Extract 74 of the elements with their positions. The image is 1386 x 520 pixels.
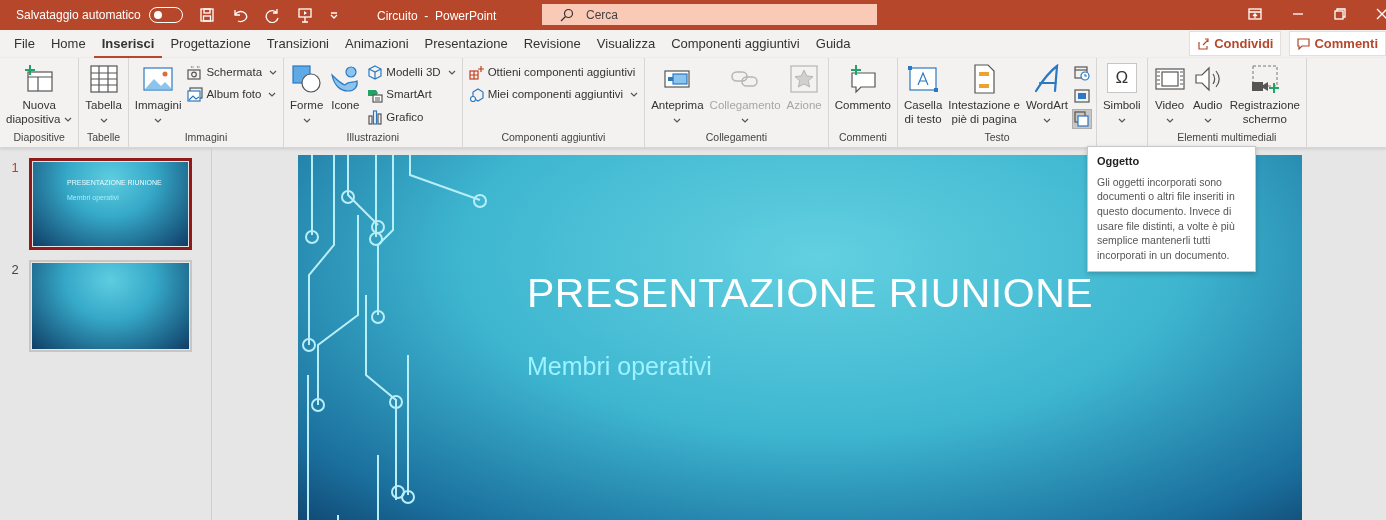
group-label: Collegamenti (704, 130, 769, 145)
customize-caret-icon[interactable] (328, 10, 339, 20)
ribbon-button[interactable]: Anteprima (649, 61, 706, 127)
text-box-icon (907, 63, 940, 95)
group-label: Immagini (183, 130, 229, 145)
save-icon[interactable] (198, 7, 215, 23)
ribbon-tab[interactable]: Animazioni (337, 33, 417, 58)
cube-icon (367, 64, 384, 81)
ribbon-button[interactable]: SmartArt (365, 85, 458, 105)
object-icon[interactable] (1073, 111, 1090, 127)
ribbon-button[interactable]: Tabella (83, 61, 124, 127)
ribbon-display-icon[interactable] (1248, 7, 1262, 21)
ribbon-button[interactable]: Immagini (132, 61, 184, 127)
camera-icon (187, 64, 204, 81)
ribbon-button[interactable]: Schermata (185, 63, 280, 83)
ribbon-button[interactable]: Commento (832, 61, 893, 114)
ribbon-tab[interactable]: Visualizza (588, 33, 664, 58)
group-label: Diapositive (12, 130, 66, 145)
ribbon-button[interactable]: Registrazione schermo (1227, 61, 1302, 128)
ribbon-tab[interactable]: Home (42, 33, 94, 58)
ribbon-button[interactable]: Ω Simboli (1100, 61, 1143, 127)
ribbon-tab[interactable]: Componenti aggiuntivi (663, 33, 808, 58)
ribbon-tab[interactable]: Presentazione (416, 33, 516, 58)
photo-album-icon (187, 86, 204, 103)
tooltip-text: Gli oggetti incorporati sono documenti o altri file inseriti in questo documento. Invece di usare file distinti, a volte è più semplice mantenerli tutti incorporati in un documento. (1097, 174, 1236, 263)
table-icon (87, 63, 120, 95)
ribbon-button[interactable]: Icone (327, 61, 364, 114)
ribbon-tab[interactable]: File (6, 33, 43, 58)
share-icon (1197, 36, 1211, 50)
ribbon-button[interactable]: Audio (1189, 61, 1226, 127)
ribbon-button[interactable]: Nuova diapositiva (4, 61, 75, 128)
redo-icon[interactable] (264, 7, 281, 23)
group-label: Elementi multimediali (1176, 130, 1278, 145)
group-label: Tabelle (85, 130, 122, 145)
ribbon-tab[interactable]: Guida (807, 33, 859, 58)
calendar-icon[interactable] (1073, 65, 1090, 81)
hexagon-icon (468, 86, 485, 103)
new-slide-icon (23, 63, 56, 95)
presentation-icon[interactable] (296, 7, 313, 23)
ribbon-button[interactable]: Album foto (185, 85, 280, 105)
add-in-icon (468, 64, 485, 81)
search-icon (560, 8, 574, 22)
symbol-icon: Ω (1106, 63, 1137, 93)
ribbon-button[interactable]: Forme (288, 61, 326, 127)
ribbon-button[interactable]: WordArt (1023, 61, 1070, 127)
ribbon-button[interactable]: Video (1151, 61, 1188, 127)
ribbon-button[interactable]: Intestazione e piè di pagina (946, 61, 1022, 128)
slide-number: 2 (10, 261, 20, 279)
search-field[interactable]: Cerca (542, 4, 877, 25)
ribbon-button[interactable]: Modelli 3D (365, 63, 458, 83)
autosave-label: Salvataggio automatico (16, 7, 141, 24)
restore-icon[interactable] (1334, 8, 1346, 20)
ribbon-tab[interactable]: Progettazione (162, 33, 259, 58)
comments-button[interactable]: Commenti (1289, 30, 1386, 56)
group-label: Testo (983, 130, 1011, 145)
group-label: Commenti (837, 130, 888, 145)
ribbon-button[interactable]: Grafico (365, 107, 458, 127)
ribbon-tab[interactable]: Revisione (515, 33, 589, 58)
share-button[interactable]: Condividi (1189, 30, 1282, 56)
comment-icon (1297, 36, 1311, 50)
slide-thumbnail[interactable] (29, 260, 192, 352)
ribbon-tab[interactable]: Transizioni (258, 33, 337, 58)
window-title: Circuito - PowerPoint (377, 8, 497, 25)
tooltip-title: Oggetto (1097, 154, 1141, 169)
ribbon-button[interactable]: Casella di testo (901, 61, 945, 128)
bar-chart-icon (367, 109, 384, 126)
ribbon-button[interactable]: Ottieni componenti aggiuntivi (466, 63, 641, 83)
group-label: Illustrazioni (345, 130, 401, 145)
ribbon-button[interactable]: Miei componenti aggiuntivi (466, 85, 641, 105)
slide-number-icon[interactable] (1073, 88, 1090, 104)
slide-number: 1 (10, 159, 20, 177)
group-label: Componenti aggiuntivi (500, 130, 607, 145)
shapes-icon (290, 63, 323, 95)
close-icon[interactable] (1376, 8, 1386, 20)
